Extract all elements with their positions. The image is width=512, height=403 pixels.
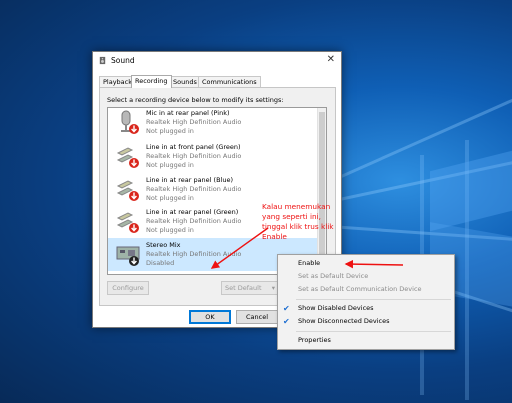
device-line-front-green[interactable]: Line in at front panel (Green) Realtek H… <box>108 140 317 173</box>
line-in-jack-icon <box>116 147 139 168</box>
set-default-label: Set Default <box>225 284 262 292</box>
device-status: Not plugged in <box>146 226 194 234</box>
menu-item-label: Show Disconnected Devices <box>298 317 390 325</box>
scrollbar-thumb[interactable] <box>319 112 325 270</box>
menu-item-show-disconnected-devices[interactable]: ✔ Show Disconnected Devices <box>278 315 454 328</box>
annotation-text: Kalau menemukan yang seperti ini, tingga… <box>262 202 334 241</box>
tab-communications[interactable]: Communications <box>198 76 261 87</box>
window-title: Sound <box>111 56 135 65</box>
device-status: Not plugged in <box>146 194 194 202</box>
line-in-jack-icon <box>116 180 139 201</box>
device-status: Not plugged in <box>146 127 194 135</box>
device-driver: Realtek High Definition Audio <box>146 250 242 258</box>
tab-sounds[interactable]: Sounds <box>169 76 201 87</box>
tab-recording[interactable]: Recording <box>131 75 172 88</box>
chevron-down-icon[interactable]: ▾ <box>272 282 275 294</box>
set-default-button[interactable]: Set Default ▾ <box>221 281 280 295</box>
device-driver: Realtek High Definition Audio <box>146 118 242 126</box>
menu-separator <box>296 299 451 300</box>
menu-separator <box>296 331 451 332</box>
close-icon[interactable]: ✕ <box>327 54 335 65</box>
speaker-icon <box>99 56 106 65</box>
menu-item-label: Set as Default Device <box>298 272 369 280</box>
circuit-board-icon <box>116 246 140 266</box>
instruction-text: Select a recording device below to modif… <box>107 96 284 104</box>
menu-item-enable[interactable]: Enable <box>278 257 454 270</box>
ok-button[interactable]: OK <box>189 310 231 324</box>
device-name: Line in at rear panel (Green) <box>146 208 239 216</box>
device-status: Not plugged in <box>146 161 194 169</box>
menu-item-properties[interactable]: Properties <box>278 334 454 347</box>
device-driver: Realtek High Definition Audio <box>146 152 242 160</box>
menu-item-set-default-communication-device[interactable]: Set as Default Communication Device <box>278 283 454 296</box>
checkmark-icon: ✔ <box>283 317 290 326</box>
menu-item-label: Show Disabled Devices <box>298 304 374 312</box>
device-driver: Realtek High Definition Audio <box>146 185 242 193</box>
configure-button[interactable]: Configure <box>107 281 149 295</box>
title-bar[interactable]: Sound ✕ <box>93 52 341 70</box>
context-menu: Enable Set as Default Device Set as Defa… <box>277 254 455 350</box>
device-name: Mic in at rear panel (Pink) <box>146 109 230 117</box>
device-name: Line in at front panel (Green) <box>146 143 241 151</box>
device-name: Line in at rear panel (Blue) <box>146 176 234 184</box>
checkmark-icon: ✔ <box>283 304 290 313</box>
menu-item-set-default-device[interactable]: Set as Default Device <box>278 270 454 283</box>
device-status: Disabled <box>146 259 175 267</box>
menu-item-label: Enable <box>298 259 321 267</box>
microphone-icon <box>121 110 139 134</box>
menu-item-label: Set as Default Communication Device <box>298 285 422 293</box>
menu-item-show-disabled-devices[interactable]: ✔ Show Disabled Devices <box>278 302 454 315</box>
device-mic-rear-pink[interactable]: Mic in at rear panel (Pink) Realtek High… <box>108 108 317 139</box>
line-in-jack-icon <box>116 212 139 233</box>
device-list-scrollbar[interactable] <box>317 108 326 274</box>
device-driver: Realtek High Definition Audio <box>146 217 242 225</box>
cancel-button[interactable]: Cancel <box>236 310 278 324</box>
menu-item-label: Properties <box>298 336 331 344</box>
device-list[interactable]: Mic in at rear panel (Pink) Realtek High… <box>107 107 327 275</box>
device-name: Stereo Mix <box>146 241 181 249</box>
